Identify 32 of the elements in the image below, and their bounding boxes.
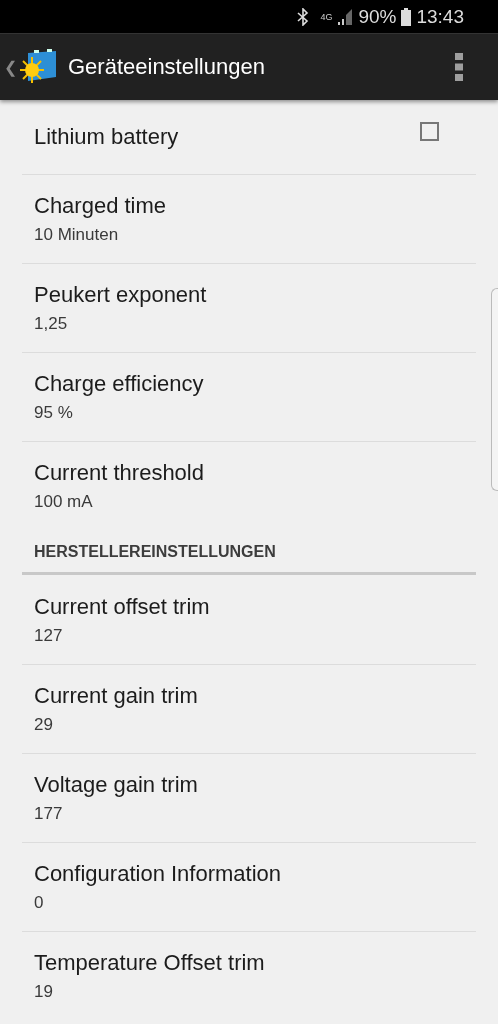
setting-title[interactable]: Temperature Offset trim (34, 950, 464, 976)
network-type: 4G (320, 11, 333, 22)
setting-value: 1,25 (34, 314, 69, 334)
setting-title[interactable]: Charged time (34, 193, 464, 219)
setting-value: 177 (34, 804, 64, 824)
battery-percent: 90% (358, 5, 397, 28)
setting-value: 10 Minuten (34, 225, 120, 245)
clock: 13:43 (416, 5, 464, 28)
setting-title[interactable]: Peukert exponent (34, 282, 464, 308)
setting-title[interactable]: Current threshold (34, 460, 464, 486)
screen-title: Geräteeinstellungen (68, 54, 266, 80)
setting-title[interactable]: Configuration Information (34, 861, 464, 887)
setting-title[interactable]: Charge efficiency (34, 371, 464, 397)
signal-icon (337, 8, 354, 25)
setting-title[interactable]: Current offset trim (34, 593, 464, 620)
edge-panel-handle[interactable] (491, 288, 498, 491)
battery-icon (401, 7, 412, 26)
bluetooth-icon (297, 7, 310, 26)
setting-title[interactable]: Lithium battery (34, 124, 420, 150)
back-button[interactable]: ❮ (4, 57, 18, 77)
setting-value: 29 (34, 715, 54, 735)
checkbox[interactable] (420, 121, 439, 141)
section-header: HERSTELLEREINSTELLUNGEN (22, 530, 476, 575)
setting-title[interactable]: Current gain trim (34, 683, 464, 709)
battery-sun-icon (20, 49, 58, 85)
setting-value: 0 (34, 893, 45, 913)
setting-value: 127 (34, 625, 64, 646)
setting-value: 95 % (34, 403, 74, 423)
setting-value: 19 (34, 982, 54, 1002)
setting-value: 100 mA (34, 492, 94, 512)
setting-title[interactable]: Voltage gain trim (34, 772, 464, 798)
more-options-icon[interactable] (455, 53, 463, 81)
